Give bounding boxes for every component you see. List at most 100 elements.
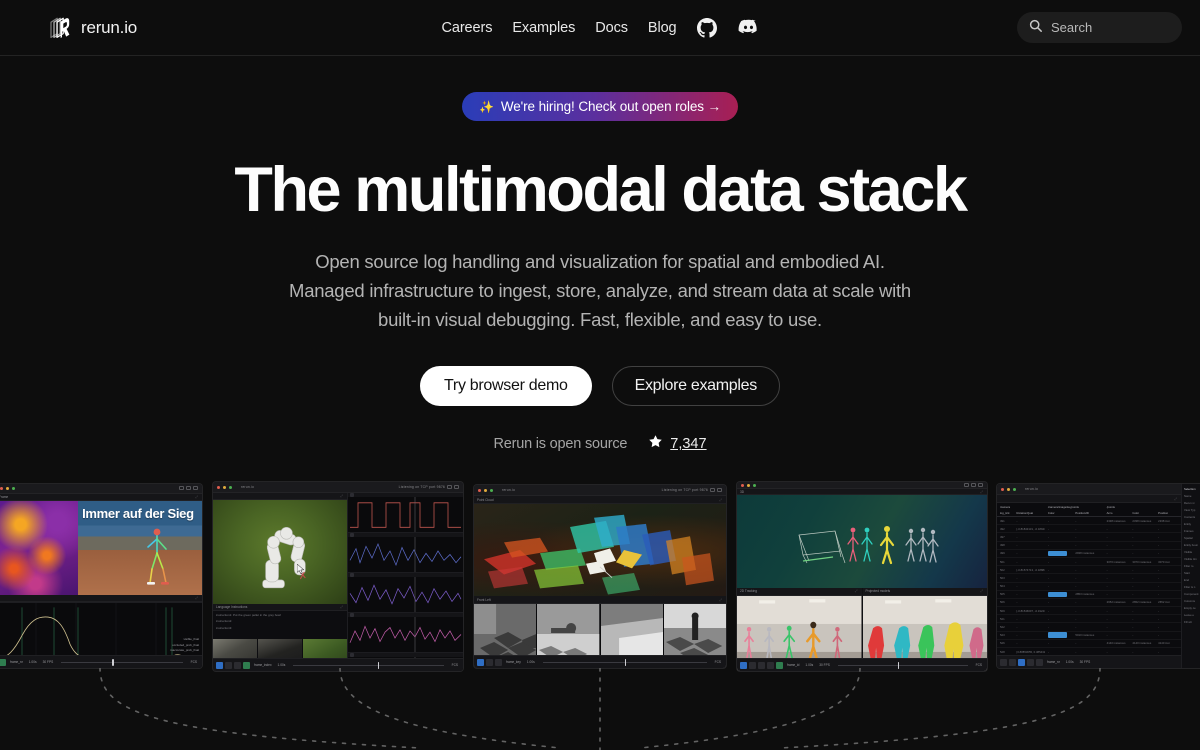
star-count-value: 7,347: [670, 435, 707, 452]
sidebar-item[interactable]: Entity boun: [1184, 543, 1200, 547]
table-row[interactable]: 505 - 2853 instances - - -: [997, 591, 1181, 599]
hiring-banner-button[interactable]: ✨ We're hiring! Check out open roles →: [462, 92, 738, 121]
brand-logo-link[interactable]: rerun.io: [48, 15, 137, 41]
sidebar-item[interactable]: Leave e: [1184, 613, 1200, 617]
table-cell: 528: [1000, 649, 1005, 654]
demo-card-human-pose-tracking[interactable]: Frame ⤢ Immer auf der Sieg: [0, 484, 202, 668]
search-input[interactable]: Search: [1017, 12, 1182, 43]
sidebar-item[interactable]: End: [1184, 578, 1200, 582]
table-row[interactable]: 522 - - - - - -: [997, 623, 1181, 632]
demo-card-dataframe-view[interactable]: rerun.io ⤢ /camera /camera/image/keypoin…: [997, 484, 1200, 668]
sidebar-item[interactable]: Entity: [1184, 522, 1200, 526]
table-cell: -: [1132, 526, 1134, 531]
demo-card-slam-point-cloud[interactable]: rerun.io Listening on TCP port 9876 Poin…: [474, 485, 726, 668]
card4-fps: 30 FPS: [819, 663, 830, 667]
try-browser-demo-button[interactable]: Try browser demo: [420, 366, 592, 407]
card1-stream-name: frame_nr: [10, 660, 23, 664]
table-row[interactable]: 491 - - - 2338 instances 2338 instances 2338 i…: [997, 517, 1181, 526]
sidebar-item[interactable]: Columns: [1184, 599, 1200, 603]
github-star-count[interactable]: 7,347: [648, 434, 707, 453]
card5-timeline-footer[interactable]: frame_nr 1.00s 30 FPS: [997, 655, 1181, 668]
panel-expand-icon: ⤢: [340, 493, 344, 498]
table-cell: -: [1016, 575, 1018, 580]
table-row[interactable]: 501 - - - 3070 instances 3070 instances 3070 i…: [997, 558, 1181, 567]
nav-link-docs[interactable]: Docs: [595, 20, 628, 36]
play-button-icon[interactable]: [477, 658, 484, 666]
table-row[interactable]: 498 - - - - - -: [997, 542, 1181, 550]
card3-timeline-footer[interactable]: frame_key 1.00s FCS: [474, 655, 726, 668]
table-cell: 2338 instances: [1132, 518, 1152, 523]
table-row[interactable]: 521 - - - - - -: [997, 615, 1181, 624]
panel-toggle-icon: [717, 488, 722, 492]
sparkle-icon: ✨: [479, 99, 494, 114]
sidebar-item[interactable]: Contents: [1184, 515, 1200, 519]
timeline-scrubber[interactable]: [837, 661, 968, 669]
discord-icon[interactable]: [738, 17, 759, 38]
loop-icon[interactable]: [1036, 658, 1043, 666]
card2-instruction-list: instruction1: Put the green pellet in th…: [213, 610, 347, 639]
sidebar-item[interactable]: Frames: [1184, 529, 1200, 533]
window-maximize-icon: [490, 488, 493, 492]
step-forward-icon[interactable]: [1027, 658, 1034, 666]
table-cell: -: [1158, 608, 1160, 613]
nav-link-careers[interactable]: Careers: [441, 20, 492, 36]
table-row[interactable]: 502 [-0.81574713, -0.18884316, -0.0112...…: [997, 566, 1181, 575]
sidebar-item[interactable]: Start: [1184, 571, 1200, 575]
timeline-scrubber[interactable]: [542, 658, 707, 666]
card1-titlebar: [0, 484, 202, 494]
sidebar-item[interactable]: Filter ro: [1184, 564, 1200, 568]
table-cell: -: [1047, 543, 1049, 548]
table-cell: -: [1075, 600, 1077, 605]
sidebar-item[interactable]: Fill wit: [1184, 620, 1200, 624]
table-row[interactable]: 503 - - - - - -: [997, 574, 1181, 583]
table-row[interactable]: 499 - 2938 instances - - -: [997, 550, 1181, 558]
table-cell: 521: [1000, 616, 1005, 621]
explore-examples-button[interactable]: Explore examples: [611, 366, 780, 407]
play-button-icon[interactable]: [1018, 658, 1025, 666]
sidebar-item[interactable]: Visible tim: [1184, 557, 1200, 561]
legend-item: occluded_prob_final: [172, 642, 199, 647]
sidebar-item[interactable]: Name: [1184, 494, 1200, 498]
nav-link-blog[interactable]: Blog: [648, 20, 677, 36]
table-row[interactable]: 523 - 5010 instances - - -: [997, 632, 1181, 640]
card5-panel-bar: ⤢: [997, 495, 1181, 503]
github-icon[interactable]: [697, 17, 718, 38]
table-row[interactable]: 506 - - - 2652 instances 2652 instances 2652 i…: [997, 599, 1181, 608]
table-row[interactable]: 492[-0.81843131, -0.18947022, -0.007...-…: [997, 525, 1181, 534]
sidebar-item[interactable]: Filter is n: [1184, 585, 1200, 589]
timeline-scrubber[interactable]: [293, 661, 444, 669]
step-back-icon[interactable]: [1000, 658, 1007, 666]
instruction-line: instruction2:: [216, 619, 233, 624]
pause-button-icon[interactable]: [1009, 658, 1016, 666]
panel-expand-icon: ⤢: [719, 497, 723, 502]
table-row[interactable]: 504 - - - - - -: [997, 583, 1181, 591]
card5-row-container: 491 - - - 2338 instances 2338 instances 2338 i…: [997, 517, 1181, 668]
card1-timeline-footer[interactable]: frame_nr 1.00s 30 FPS FCS: [0, 655, 202, 668]
step-forward-icon[interactable]: [495, 658, 502, 666]
card2-scene-bar: ⤢: [213, 493, 347, 500]
demo-card-multi-person-tracking[interactable]: 3D ⤢ 2D Tracking ⤢ Projected models ⤢ fr…: [737, 482, 987, 671]
table-row[interactable]: 497 - - - - - -: [997, 533, 1181, 542]
color-swatch: [1047, 632, 1068, 638]
table-cell: 503: [1000, 575, 1005, 580]
card5-selection-sidebar[interactable]: Selection Name Rerun vi View Typ Contents En…: [1181, 484, 1200, 668]
table-cell: -: [1158, 526, 1160, 531]
sidebar-item[interactable]: Spatial: [1184, 536, 1200, 540]
card5-dataframe-table[interactable]: rerun.io ⤢ /camera /camera/image/keypoin…: [997, 484, 1181, 668]
demo-card-robot-arm[interactable]: rerun.io Listening on TCP port 9876 ⤢ La…: [213, 482, 463, 671]
table-cell: -: [1075, 625, 1077, 630]
table-cell: -: [1016, 625, 1018, 630]
card1-time: 1.00s: [28, 660, 37, 664]
table-row[interactable]: 526 - - - 4140 instances 4140 instances 4140 i…: [997, 640, 1181, 648]
nav-link-examples[interactable]: Examples: [512, 20, 575, 36]
step-back-icon[interactable]: [486, 658, 493, 666]
table-row[interactable]: 509 [-0.81546607, -0.19247656, -0.0464...…: [997, 607, 1181, 616]
sidebar-item[interactable]: Rerun vi: [1184, 501, 1200, 505]
sidebar-item[interactable]: View Typ: [1184, 508, 1200, 512]
sidebar-item[interactable]: Empty ce: [1184, 606, 1200, 610]
table-cell: -: [1047, 518, 1049, 523]
sidebar-item[interactable]: Visible: [1184, 550, 1200, 554]
sidebar-item[interactable]: Component: [1184, 592, 1200, 596]
timeline-scrubber[interactable]: [61, 658, 183, 666]
play-button-icon[interactable]: [0, 658, 6, 666]
